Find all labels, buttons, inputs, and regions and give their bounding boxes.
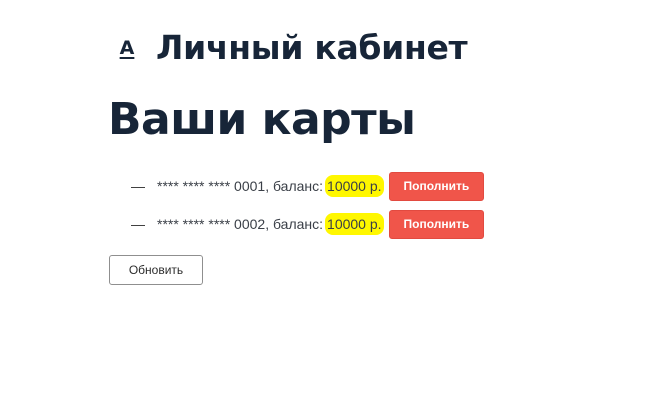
refresh-button[interactable]: Обновить: [109, 255, 203, 285]
card-balance: 10000 р.: [325, 175, 384, 197]
card-label: **** **** **** 0002, баланс:: [157, 216, 324, 232]
topup-button[interactable]: Пополнить: [388, 209, 485, 239]
list-dash: —: [131, 216, 145, 232]
list-dash: —: [131, 178, 145, 194]
card-balance: 10000 р.: [325, 213, 384, 235]
card-list: — **** **** **** 0001, баланс: 10000 р. …: [131, 170, 485, 246]
topup-button[interactable]: Пополнить: [388, 171, 485, 201]
app-logo[interactable]: A: [112, 37, 142, 59]
card-item: — **** **** **** 0001, баланс: 10000 р. …: [131, 170, 485, 202]
card-item: — **** **** **** 0002, баланс: 10000 р. …: [131, 208, 485, 240]
header: A Личный кабинет: [112, 28, 468, 67]
page-title: Ваши карты: [108, 94, 416, 145]
app-title: Личный кабинет: [156, 28, 468, 67]
card-label: **** **** **** 0001, баланс:: [157, 178, 324, 194]
